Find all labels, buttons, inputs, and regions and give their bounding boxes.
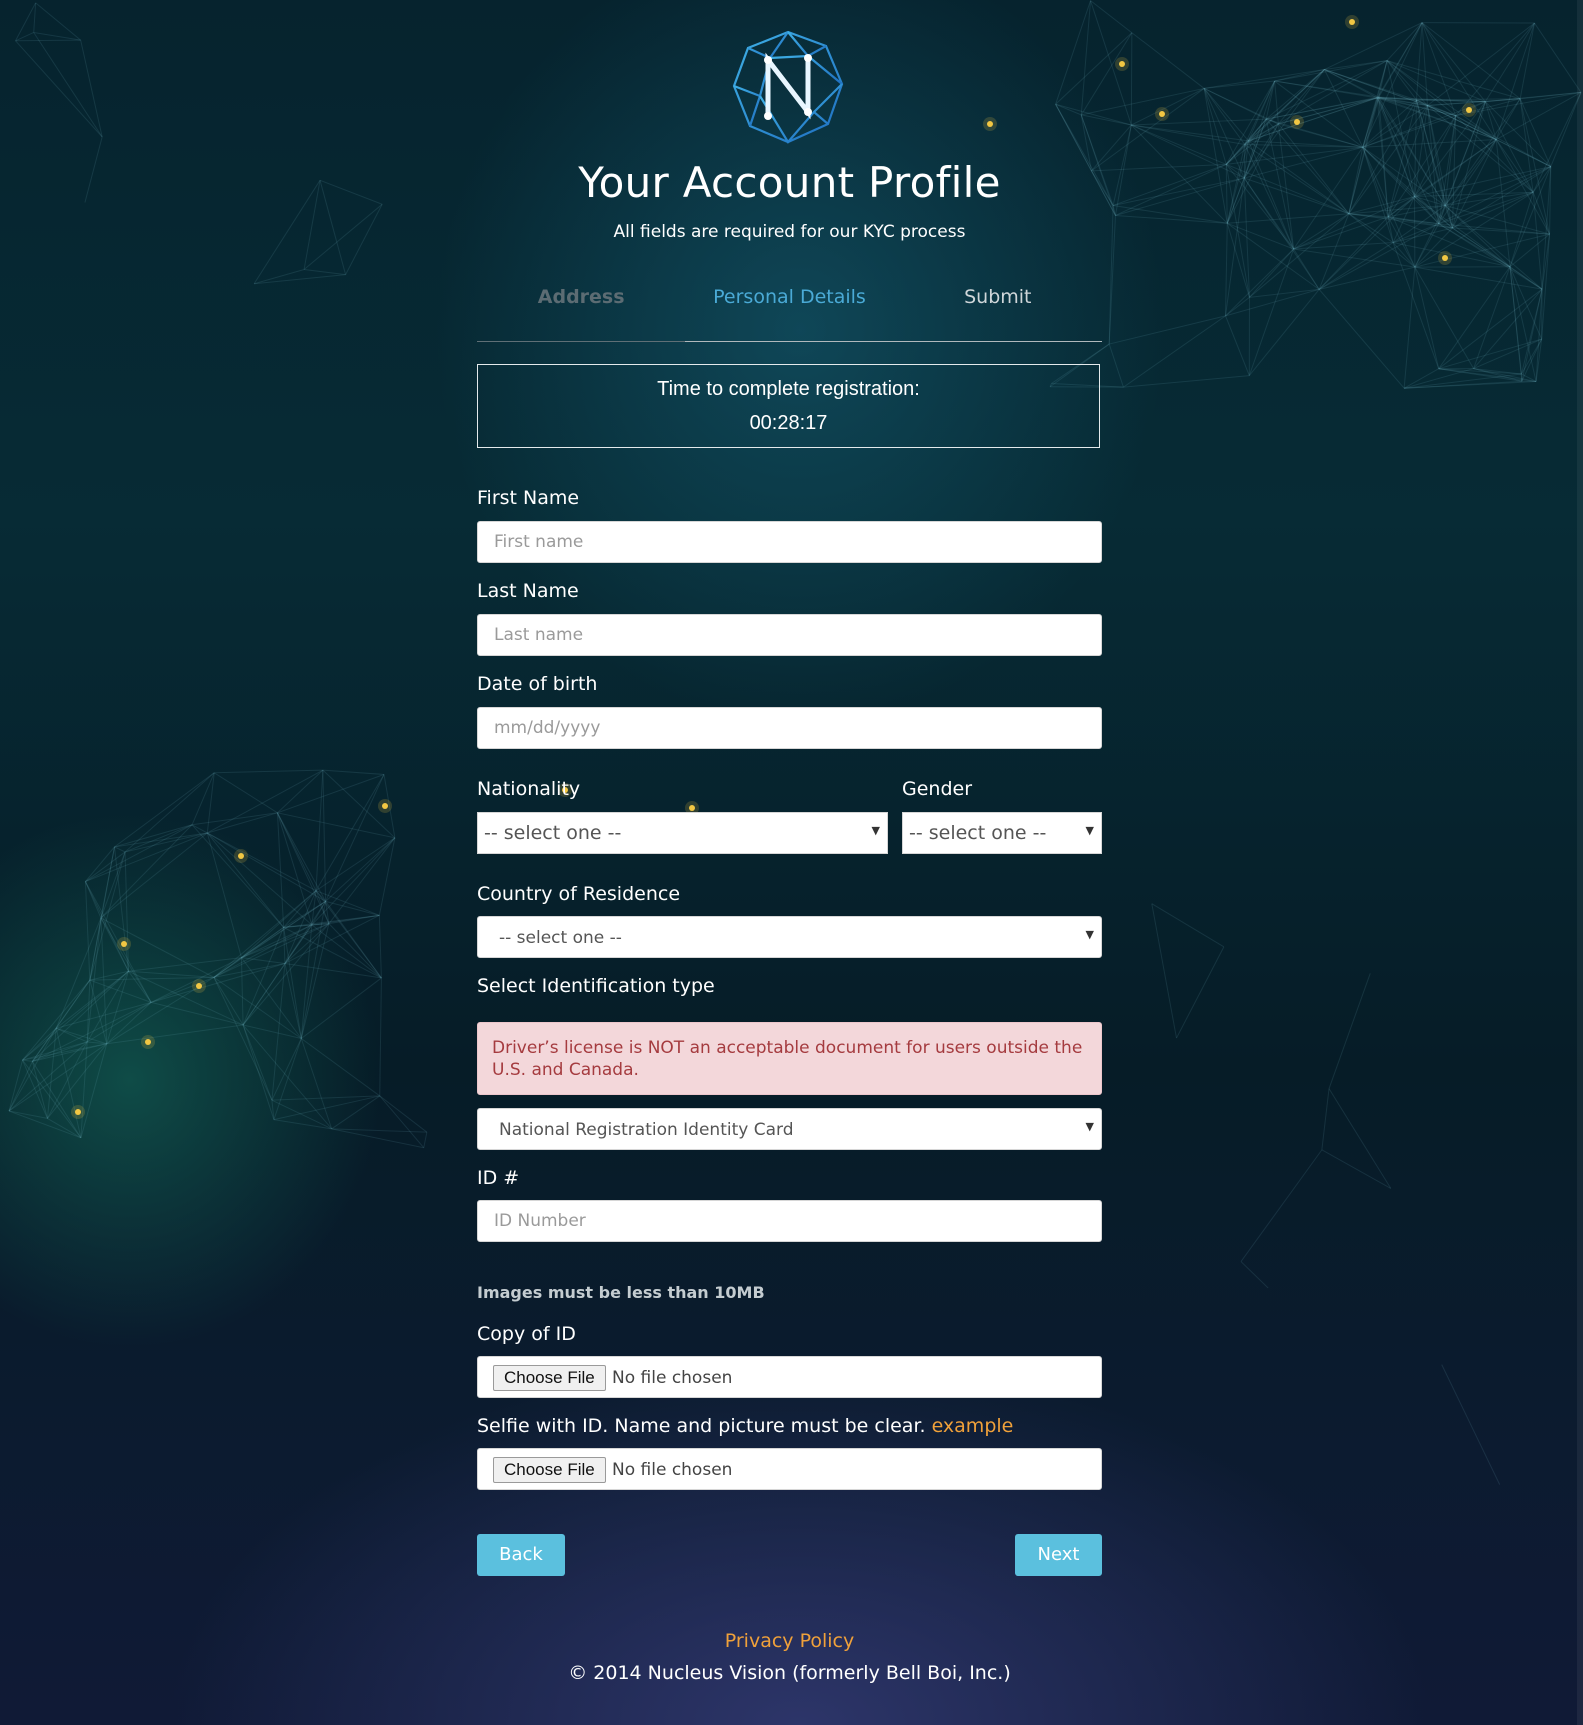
nucleus-logo [732, 30, 844, 144]
selfie-label: Selfie with ID. Name and picture must be… [477, 1415, 926, 1437]
star-glow [378, 799, 392, 813]
images-size-note: Images must be less than 10MB [477, 1283, 765, 1302]
selfie-file-input: Choose File No file chosen [477, 1448, 1102, 1490]
first-name-label: First Name [477, 487, 580, 509]
selfie-file-status: No file chosen [612, 1460, 733, 1480]
star-glow [1115, 57, 1129, 71]
nationality-select[interactable]: -- select one -- ▼ [477, 812, 888, 854]
star-glow [141, 1035, 155, 1049]
progress-line [477, 341, 1102, 342]
step-submit[interactable]: Submit [894, 282, 1102, 342]
star-glow [1438, 251, 1452, 265]
country-selected: -- select one -- [499, 928, 622, 948]
progress-line-completed [477, 341, 685, 342]
nationality-selected: -- select one -- [484, 822, 622, 844]
step-address[interactable]: Address [477, 282, 685, 342]
progress-steps: Address Personal Details Submit [477, 282, 1102, 342]
id-type-label: Select Identification type [477, 975, 715, 997]
id-type-select[interactable]: National Registration Identity Card ▼ [477, 1108, 1102, 1150]
last-name-input[interactable] [477, 614, 1102, 656]
star-glow [983, 117, 997, 131]
gender-label: Gender [902, 778, 973, 800]
copy-of-id-choose-file-button[interactable]: Choose File [493, 1365, 606, 1391]
star-glow [71, 1105, 85, 1119]
step-personal-details[interactable]: Personal Details [685, 282, 893, 342]
nationality-label: Nationality [477, 778, 581, 800]
id-type-alert: Driver’s license is NOT an acceptable do… [477, 1022, 1102, 1095]
timer-value: 00:28:17 [749, 412, 828, 434]
dob-input[interactable] [477, 707, 1102, 749]
selfie-example-link[interactable]: example [932, 1415, 1014, 1437]
country-select[interactable]: -- select one -- ▼ [477, 916, 1102, 958]
copy-of-id-file-input: Choose File No file chosen [477, 1356, 1102, 1398]
next-button[interactable]: Next [1015, 1534, 1102, 1576]
registration-timer: Time to complete registration: 00:28:17 [477, 364, 1100, 448]
page-subtitle: All fields are required for our KYC proc… [613, 222, 966, 242]
first-name-input[interactable] [477, 521, 1102, 563]
timer-label: Time to complete registration: [657, 378, 920, 400]
copy-of-id-file-status: No file chosen [612, 1368, 733, 1388]
page-scrollbar[interactable] [1577, 0, 1583, 1725]
copy-of-id-label: Copy of ID [477, 1323, 576, 1345]
selfie-choose-file-button[interactable]: Choose File [493, 1457, 606, 1483]
gender-selected: -- select one -- [909, 822, 1047, 844]
id-type-selected: National Registration Identity Card [499, 1120, 794, 1140]
page-title: Your Account Profile [578, 158, 1001, 207]
country-label: Country of Residence [477, 883, 681, 905]
selfie-label-row: Selfie with ID. Name and picture must be… [477, 1415, 1013, 1437]
id-number-label: ID # [477, 1167, 520, 1189]
gender-select[interactable]: -- select one -- ▼ [902, 812, 1102, 854]
chevron-down-icon: ▼ [1085, 824, 1094, 837]
chevron-down-icon: ▼ [1085, 1120, 1094, 1133]
chevron-down-icon: ▼ [871, 824, 880, 837]
star-glow [234, 849, 248, 863]
star-glow [1345, 15, 1359, 29]
back-button[interactable]: Back [477, 1534, 565, 1576]
star-glow [1155, 107, 1169, 121]
star-glow [1290, 115, 1304, 129]
id-number-input[interactable] [477, 1200, 1102, 1242]
copyright-text: © 2014 Nucleus Vision (formerly Bell Boi… [568, 1662, 1011, 1684]
star-glow [192, 979, 206, 993]
dob-label: Date of birth [477, 673, 598, 695]
chevron-down-icon: ▼ [1085, 928, 1094, 941]
privacy-policy-link[interactable]: Privacy Policy [477, 1630, 1102, 1652]
star-glow [117, 937, 131, 951]
last-name-label: Last Name [477, 580, 579, 602]
star-glow [1462, 103, 1476, 117]
